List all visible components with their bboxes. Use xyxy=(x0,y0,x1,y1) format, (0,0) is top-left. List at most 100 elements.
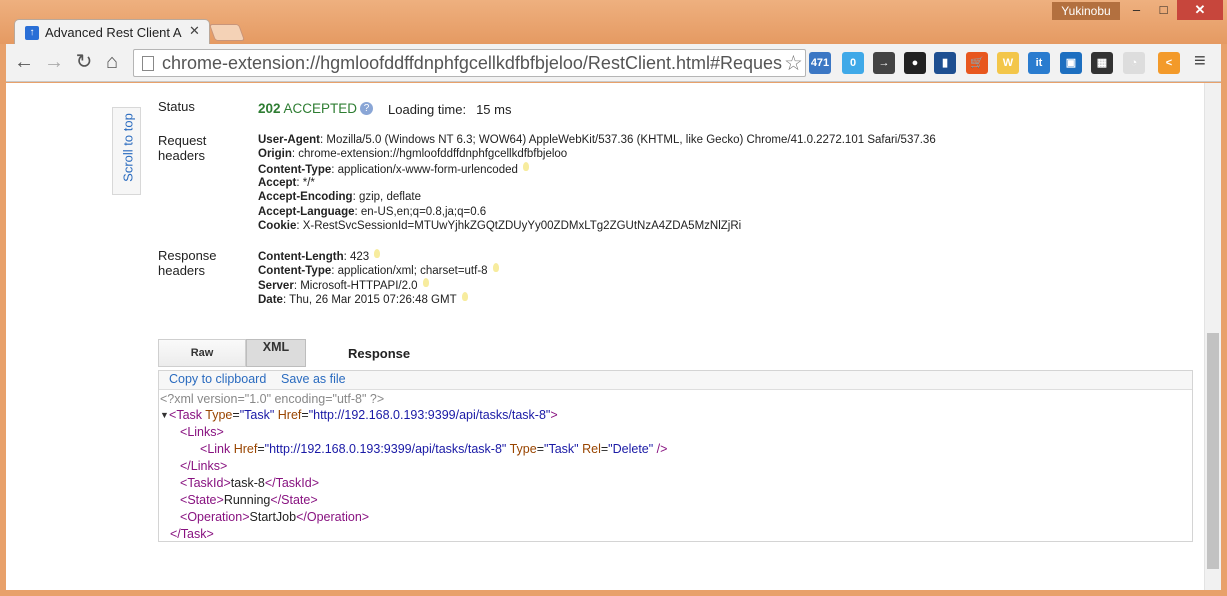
twitter-extension-icon[interactable]: 0 xyxy=(842,52,864,74)
browser-tab[interactable]: ↑ Advanced Rest Client A ✕ xyxy=(14,19,210,46)
header-row: Accept-Language: en-US,en;q=0.8,ja;q=0.6 xyxy=(258,205,486,219)
loading-time-value: 15 ms xyxy=(476,102,512,117)
header-value: : Mozilla/5.0 (Windows NT 6.3; WOW64) Ap… xyxy=(319,134,936,146)
status-code-text: ACCEPTED xyxy=(283,101,358,116)
response-headers-label-line1: Response xyxy=(158,248,217,263)
color-wheel-icon[interactable]: ● xyxy=(904,52,926,74)
back-button[interactable]: ← xyxy=(12,50,36,74)
browser-toolbar: ← → ↻ ⌂ chrome-extension://hgmloofddffdn… xyxy=(6,44,1221,82)
tab-title: Advanced Rest Client A xyxy=(45,25,182,40)
xml-tag-name: Task xyxy=(176,408,203,422)
header-row: Accept-Encoding: gzip, deflate xyxy=(258,190,421,204)
header-name: Content-Type xyxy=(258,163,332,176)
forward-button[interactable]: → xyxy=(42,50,66,74)
it-extension-icon[interactable]: it xyxy=(1028,52,1050,74)
header-name: Content-Type xyxy=(258,265,332,278)
save-as-file-link[interactable]: Save as file xyxy=(281,372,346,386)
arc-favicon-icon: ↑ xyxy=(25,26,39,40)
analytics-bars-icon[interactable]: ▮ xyxy=(934,52,956,74)
scroll-to-top-button[interactable]: Scroll to top xyxy=(112,107,141,195)
help-icon[interactable]: ? xyxy=(360,102,374,115)
lightbulb-hint-icon[interactable] xyxy=(461,291,468,301)
home-button[interactable]: ⌂ xyxy=(100,50,124,74)
request-headers-label: Request headers xyxy=(158,133,206,163)
xml-tag-name: Operation xyxy=(306,510,362,524)
xml-task-close: </Task> xyxy=(170,527,214,541)
share-extension-icon[interactable]: < xyxy=(1158,52,1180,74)
loading-time-label: Loading time: xyxy=(388,102,467,117)
bookmark-star-icon[interactable]: ☆ xyxy=(784,51,803,76)
tab-xml[interactable]: XML xyxy=(246,339,306,367)
header-value: : application/xml; charset=utf-8 xyxy=(331,265,488,278)
film-extension-icon[interactable]: ▦ xyxy=(1091,52,1113,74)
xml-text-value: StartJob xyxy=(249,510,297,524)
scrollbar-thumb[interactable] xyxy=(1207,333,1219,569)
xml-operation-element: <Operation>StartJob</Operation> xyxy=(180,510,370,524)
collapse-triangle-icon[interactable]: ▼ xyxy=(160,408,169,423)
reload-button[interactable]: ↻ xyxy=(72,50,96,74)
xml-attr-value: "Task" xyxy=(239,408,275,422)
xml-text-value: Running xyxy=(223,493,271,507)
cart-icon[interactable]: 🛒 xyxy=(966,52,988,74)
header-row: Content-Length: 423 xyxy=(258,249,381,264)
status-code: 202 ACCEPTED? xyxy=(258,101,374,116)
lightbulb-hint-icon[interactable] xyxy=(374,249,381,258)
maximize-button[interactable]: □ xyxy=(1150,0,1177,20)
xml-state-element: <State>Running</State> xyxy=(180,493,318,507)
xml-task-open: ▼<Task Type="Task" Href="http://192.168.… xyxy=(160,408,558,423)
response-panel: Copy to clipboard Save as file <?xml ver… xyxy=(158,370,1193,542)
window-extension-icon[interactable]: ▣ xyxy=(1060,52,1082,74)
header-row: Server: Microsoft-HTTPAPI/2.0 xyxy=(258,277,429,293)
status-label: Status xyxy=(158,99,195,114)
xml-attr-name: Type xyxy=(509,442,537,456)
header-name: Accept xyxy=(258,176,297,189)
chrome-menu-icon[interactable]: ≡ xyxy=(1194,50,1206,73)
header-name: Accept-Language xyxy=(258,205,355,218)
header-value: : en-US,en;q=0.8,ja;q=0.6 xyxy=(354,205,487,218)
page-content: Scroll to top Status 202 ACCEPTED? Loadi… xyxy=(6,83,1221,590)
minimize-button[interactable]: – xyxy=(1123,0,1150,20)
profile-badge[interactable]: Yukinobu xyxy=(1052,2,1120,20)
scroll-to-top-label[interactable]: Scroll to top xyxy=(121,109,136,187)
header-row: Origin: chrome-extension://hgmloofddffdn… xyxy=(258,147,567,161)
address-bar[interactable]: chrome-extension://hgmloofddffdnphfgcell… xyxy=(133,49,806,77)
lightbulb-hint-icon[interactable] xyxy=(422,277,429,287)
xml-link-element: <Link Href="http://192.168.0.193:9399/ap… xyxy=(200,442,668,456)
extension-471-icon[interactable]: 471 xyxy=(809,52,831,74)
xml-declaration: <?xml version="1.0" encoding="utf-8" ?> xyxy=(160,392,385,406)
tab-close-icon[interactable]: ✕ xyxy=(189,23,200,39)
header-value: : Microsoft-HTTPAPI/2.0 xyxy=(293,279,418,292)
header-name: Cookie xyxy=(258,219,297,232)
lightbulb-hint-icon[interactable] xyxy=(492,263,499,273)
page-icon xyxy=(142,56,154,71)
close-window-button[interactable]: ✕ xyxy=(1177,0,1223,20)
header-row: Cookie: X-RestSvcSessionId=MTUwYjhkZGQtZ… xyxy=(258,219,741,233)
response-headers-label: Response headers xyxy=(158,248,217,278)
w-extension-icon[interactable]: W xyxy=(997,52,1019,74)
header-value: : 423 xyxy=(343,251,370,263)
new-tab-button[interactable] xyxy=(208,24,246,41)
clock-extension-icon[interactable]: ◔ xyxy=(1123,52,1145,74)
header-row: Accept: */* xyxy=(258,176,315,190)
xml-attr-value: "Task" xyxy=(544,442,579,456)
xml-tag-name: Link xyxy=(207,442,231,456)
header-value: : */* xyxy=(296,176,315,189)
xml-tag-name: Links xyxy=(187,425,217,439)
copy-to-clipboard-link[interactable]: Copy to clipboard xyxy=(169,372,266,386)
header-row: Content-Type: application/x-www-form-url… xyxy=(258,161,529,177)
lightbulb-hint-icon[interactable] xyxy=(522,161,529,171)
xml-tag-name: TaskId xyxy=(275,476,312,490)
vertical-scrollbar[interactable] xyxy=(1204,83,1221,590)
xml-tag-name: TaskId xyxy=(187,476,224,490)
tab-raw[interactable]: Raw xyxy=(158,339,246,367)
xml-text-value: task-8 xyxy=(230,476,265,490)
header-row: User-Agent: Mozilla/5.0 (Windows NT 6.3;… xyxy=(258,133,936,147)
xml-attr-value: "http://192.168.0.193:9399/api/tasks/tas… xyxy=(264,442,507,456)
header-value: : chrome-extension://hgmloofddffdnphfgce… xyxy=(291,148,568,161)
xml-links-close: </Links> xyxy=(180,459,228,473)
xml-tag-name: Task xyxy=(180,527,207,541)
url-text[interactable]: chrome-extension://hgmloofddffdnphfgcell… xyxy=(162,53,782,74)
xml-links-open: <Links> xyxy=(180,425,224,439)
phone-sync-icon[interactable]: → xyxy=(873,52,895,74)
xml-taskid-element: <TaskId>task-8</TaskId> xyxy=(180,476,320,490)
